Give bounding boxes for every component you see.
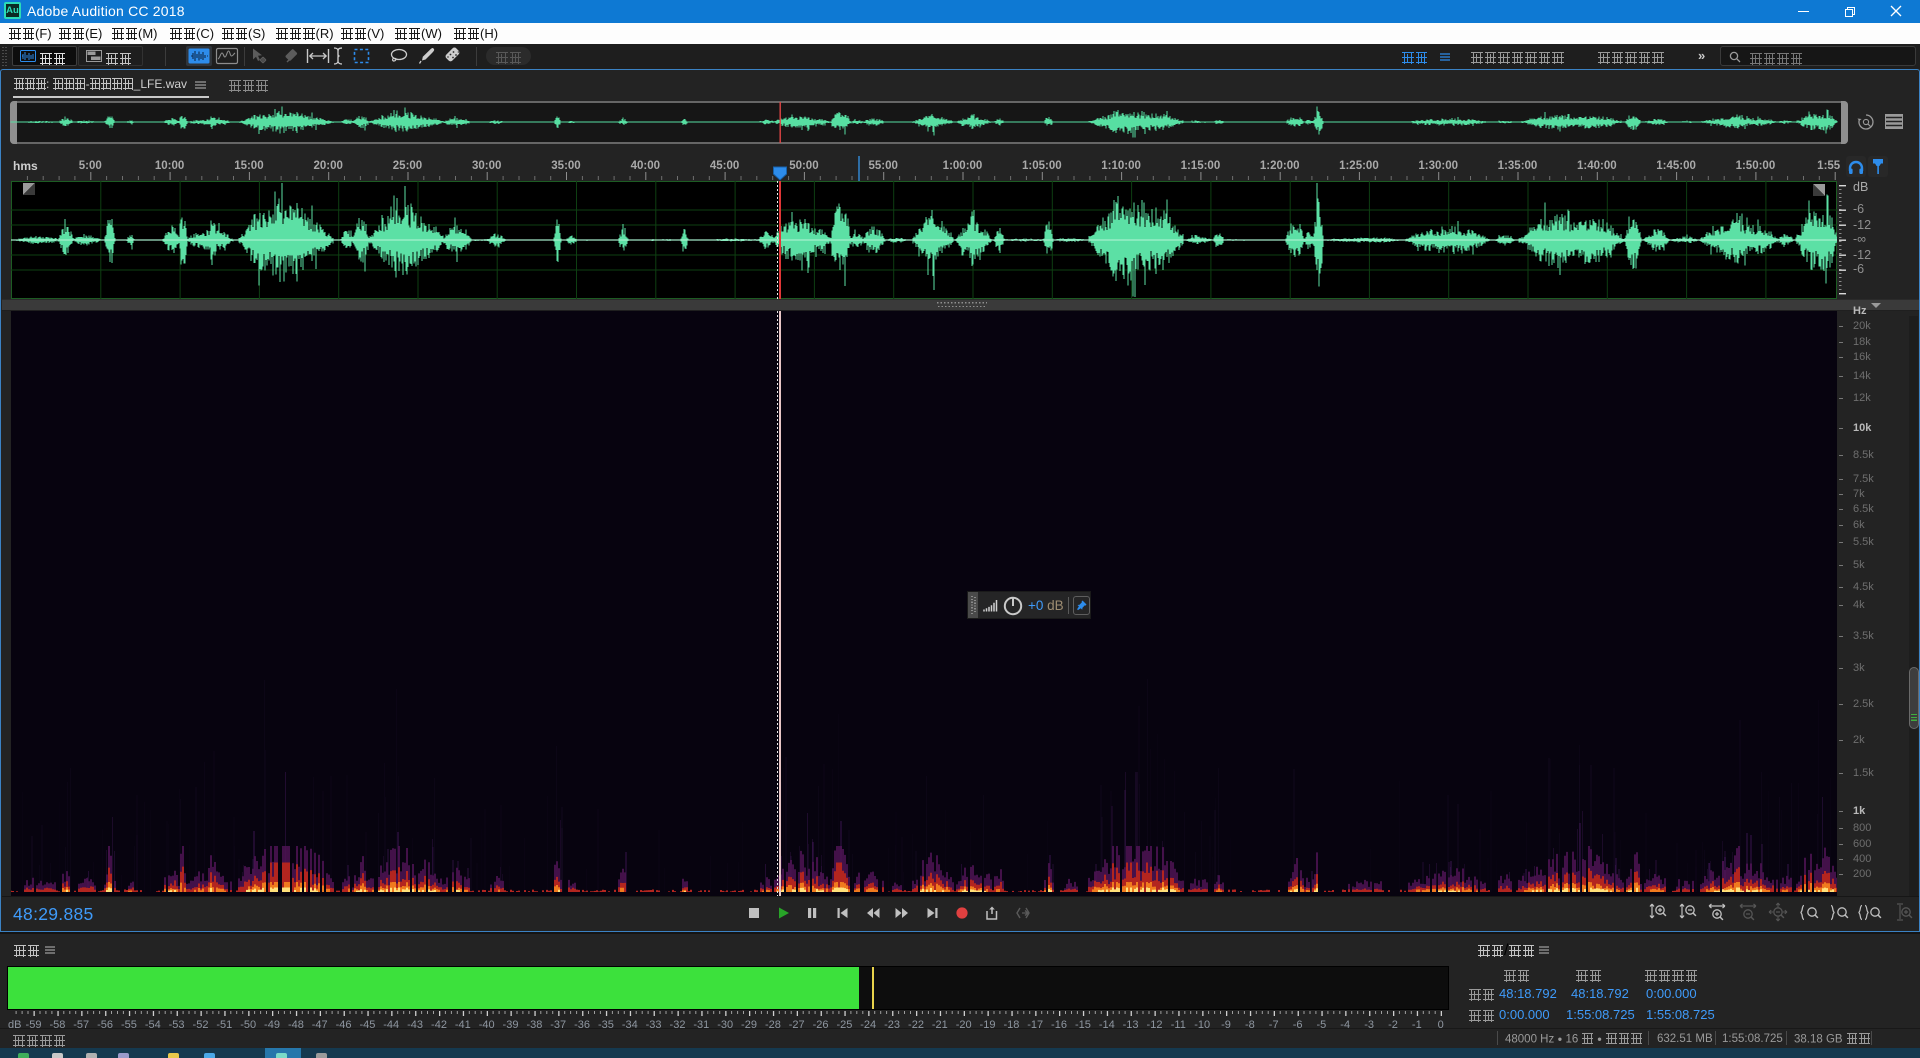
svg-text:25:00: 25:00 [393, 160, 422, 172]
svg-text:15:00: 15:00 [234, 160, 263, 172]
svg-text:1:05:00: 1:05:00 [1022, 160, 1062, 172]
svg-text:5:00: 5:00 [79, 160, 102, 172]
svg-text:1:45:00: 1:45:00 [1656, 160, 1696, 172]
svg-text:35:00: 35:00 [551, 160, 580, 172]
svg-text:30:00: 30:00 [472, 160, 501, 172]
svg-text:1:10:00: 1:10:00 [1101, 160, 1141, 172]
svg-text:1:00:00: 1:00:00 [943, 160, 983, 172]
svg-text:45:00: 45:00 [710, 160, 739, 172]
svg-text:40:00: 40:00 [631, 160, 660, 172]
svg-text:1:30:00: 1:30:00 [1418, 160, 1458, 172]
svg-text:1:40:00: 1:40:00 [1577, 160, 1617, 172]
svg-text:20:00: 20:00 [313, 160, 342, 172]
svg-text:50:00: 50:00 [789, 160, 818, 172]
svg-text:10:00: 10:00 [155, 160, 184, 172]
svg-text:1:50:00: 1:50:00 [1736, 160, 1776, 172]
svg-text:1:35:00: 1:35:00 [1498, 160, 1538, 172]
svg-text:1:55: 1:55 [1817, 160, 1841, 172]
svg-text:1:15:00: 1:15:00 [1181, 160, 1221, 172]
svg-text:1:25:00: 1:25:00 [1339, 160, 1379, 172]
svg-text:55:00: 55:00 [868, 160, 897, 172]
svg-text:1:20:00: 1:20:00 [1260, 160, 1300, 172]
